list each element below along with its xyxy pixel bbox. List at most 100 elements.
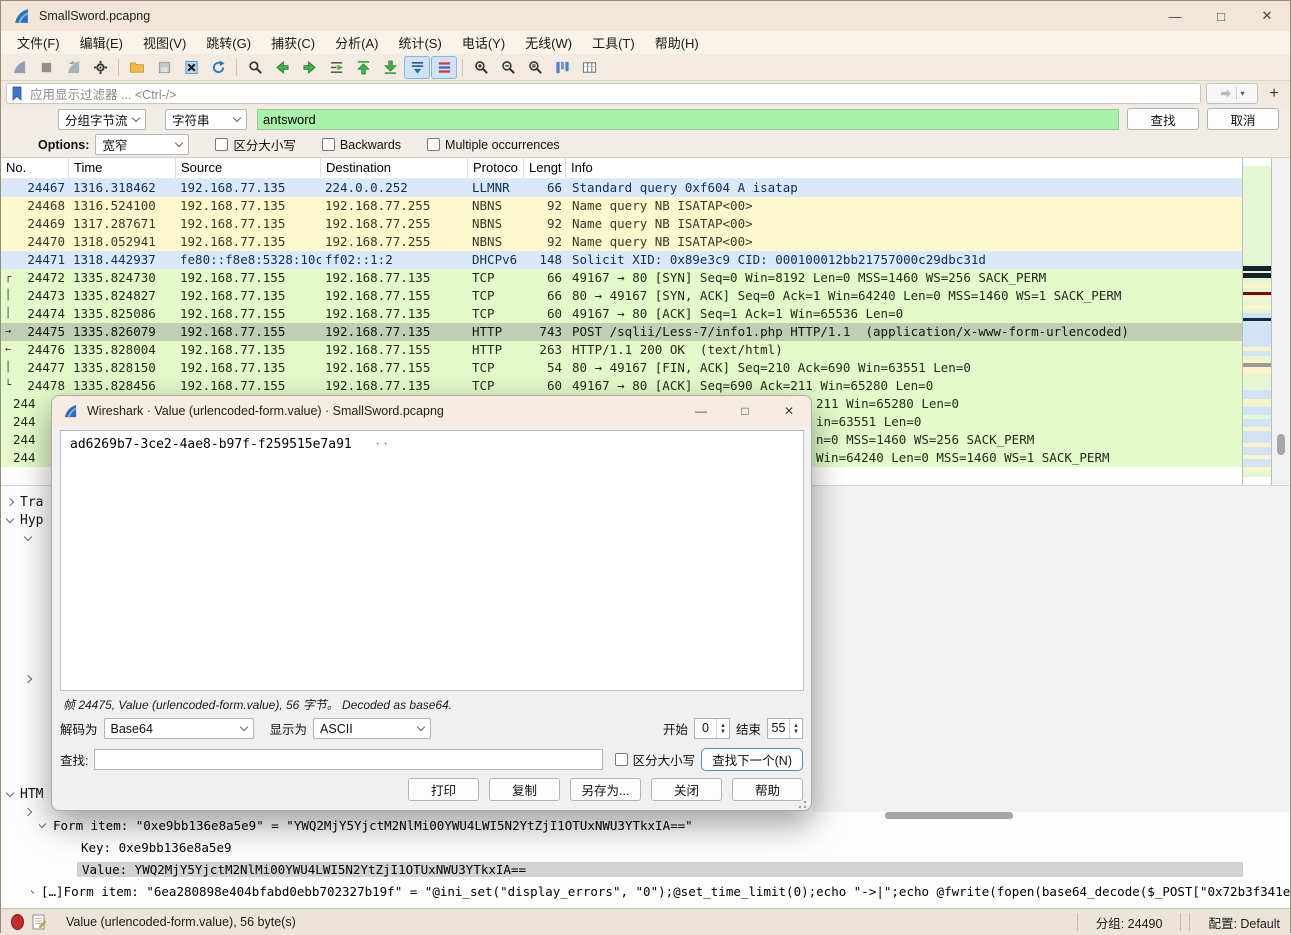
- zoom-original-icon[interactable]: [522, 56, 548, 79]
- packet-row[interactable]: 24467 1316.318462 192.168.77.135 224.0.0.25…: [1, 179, 1244, 197]
- tree-item-child-collapsed[interactable]: [23, 671, 33, 687]
- dialog-case-checkbox[interactable]: [614, 753, 628, 766]
- decoded-bytes-view[interactable]: ad6269b7-3ce2-4ae8-b97f-f259515e7a91 ··: [60, 430, 804, 691]
- menu-help[interactable]: 帮助(H): [645, 31, 709, 54]
- auto-scroll-icon[interactable]: [404, 55, 430, 79]
- intelligent-scrollbar-minimap[interactable]: [1242, 158, 1272, 485]
- tree-item-hypertext[interactable]: Hyp: [5, 512, 43, 528]
- packet-list-scrollbar[interactable]: [1272, 158, 1290, 485]
- search-type-select[interactable]: 字符串: [165, 108, 247, 130]
- menu-go[interactable]: 跳转(G): [196, 31, 261, 54]
- form-value-line-selected[interactable]: Value: YWQ2MjY5YjctM2NlMi00YWU4LWI5N2YtZ…: [77, 859, 1243, 879]
- menu-statistics[interactable]: 统计(S): [388, 31, 451, 54]
- packet-row[interactable]: → 24475 1335.826079 192.168.77.155 192.168.7…: [1, 323, 1244, 341]
- print-button[interactable]: 打印: [408, 778, 479, 801]
- zoom-in-icon[interactable]: [468, 56, 494, 79]
- dialog-case-option[interactable]: 区分大小写: [614, 750, 695, 769]
- packet-row[interactable]: │ 24477 1335.828150 192.168.77.135 192.168.7…: [1, 359, 1244, 377]
- column-length[interactable]: Lengt: [524, 158, 566, 178]
- maximize-button[interactable]: □: [1198, 1, 1244, 31]
- go-to-bottom-icon[interactable]: [377, 56, 403, 79]
- start-capture-icon[interactable]: [6, 56, 32, 79]
- bookmark-icon[interactable]: [11, 86, 23, 101]
- form-item-line[interactable]: Form item: "0xe9bb136e8a5e9" = "YWQ2MjY5…: [39, 815, 1286, 835]
- chevron-down-icon[interactable]: [5, 788, 15, 797]
- menu-analyze[interactable]: 分析(A): [325, 31, 388, 54]
- search-scope-select[interactable]: 分组字节流: [58, 108, 146, 130]
- tree-item-transmission[interactable]: Tra: [5, 494, 43, 510]
- find-next-button[interactable]: 查找下一个(N): [701, 748, 803, 771]
- status-profile[interactable]: 配置: Default: [1198, 913, 1280, 932]
- close-dialog-button[interactable]: 关闭: [651, 778, 722, 801]
- save-file-icon[interactable]: [151, 56, 177, 79]
- chevron-right-icon[interactable]: [31, 888, 34, 894]
- packet-row[interactable]: ┌ 24472 1335.824730 192.168.77.155 192.168.7…: [1, 269, 1244, 287]
- go-to-packet-icon[interactable]: [323, 56, 349, 79]
- multiple-occurrences-checkbox[interactable]: [427, 138, 441, 151]
- resize-columns-icon[interactable]: [549, 56, 575, 79]
- chevron-right-icon[interactable]: [5, 497, 15, 507]
- tree-item-child-expanded[interactable]: [23, 530, 33, 546]
- packet-row[interactable]: │ 24474 1335.825086 192.168.77.155 192.168.7…: [1, 305, 1244, 323]
- dialog-maximize-button[interactable]: □: [723, 396, 767, 426]
- zoom-out-icon[interactable]: [495, 56, 521, 79]
- spinner-arrows-icon[interactable]: ▲ ▼: [789, 719, 802, 738]
- reload-file-icon[interactable]: [205, 56, 231, 79]
- save-as-button[interactable]: 另存为...: [570, 778, 641, 801]
- expert-info-icon[interactable]: [11, 914, 24, 930]
- column-source[interactable]: Source: [176, 158, 321, 178]
- packet-row[interactable]: │ 24473 1335.824827 192.168.77.135 192.168.7…: [1, 287, 1244, 305]
- go-forward-icon[interactable]: [296, 56, 322, 79]
- decode-as-select[interactable]: Base64: [103, 718, 254, 739]
- packet-row[interactable]: ← 24476 1335.828004 192.168.77.135 192.168.7…: [1, 341, 1244, 359]
- find-packet-icon[interactable]: [242, 56, 268, 79]
- scrollbar-thumb[interactable]: [1277, 434, 1285, 455]
- menu-view[interactable]: 视图(V): [133, 31, 196, 54]
- menu-edit[interactable]: 编辑(E): [70, 31, 133, 54]
- show-as-select[interactable]: ASCII: [313, 718, 432, 739]
- form-key-line[interactable]: Key: 0xe9bb136e8a5e9: [81, 837, 232, 857]
- packet-row[interactable]: 24471 1318.442937 fe80::f8e8:5328:10c… ff02…: [1, 251, 1244, 269]
- close-file-icon[interactable]: [178, 56, 204, 79]
- menu-capture[interactable]: 捕获(C): [261, 31, 325, 54]
- column-info[interactable]: Info: [566, 158, 1244, 178]
- chevron-down-icon[interactable]: [23, 532, 33, 541]
- menu-wireless[interactable]: 无线(W): [515, 31, 582, 54]
- copy-button[interactable]: 复制: [489, 778, 560, 801]
- dialog-minimize-button[interactable]: —: [679, 396, 723, 426]
- column-destination[interactable]: Destination: [321, 158, 468, 178]
- column-no[interactable]: No.: [1, 158, 69, 178]
- menu-tools[interactable]: 工具(T): [582, 31, 645, 54]
- menu-file[interactable]: 文件(F): [7, 31, 70, 54]
- add-filter-button[interactable]: +: [1263, 83, 1285, 104]
- open-file-icon[interactable]: [124, 56, 150, 79]
- cancel-button[interactable]: 取消: [1207, 108, 1279, 130]
- packet-row[interactable]: └ 24478 1335.828456 192.168.77.155 192.168.7…: [1, 377, 1244, 395]
- chevron-right-icon[interactable]: [23, 807, 33, 817]
- backwards-option[interactable]: Backwards: [321, 138, 401, 152]
- resize-grip[interactable]: [798, 799, 807, 808]
- case-sensitive-checkbox[interactable]: [215, 138, 229, 151]
- help-button[interactable]: 帮助: [732, 778, 803, 801]
- menu-telephony[interactable]: 电话(Y): [452, 31, 515, 54]
- capture-comment-icon[interactable]: [32, 914, 46, 930]
- go-back-icon[interactable]: [269, 56, 295, 79]
- case-sensitive-option[interactable]: 区分大小写: [215, 135, 296, 154]
- packet-row[interactable]: 24469 1317.287671 192.168.77.135 192.168.77…: [1, 215, 1244, 233]
- go-to-top-icon[interactable]: [350, 56, 376, 79]
- chevron-down-icon[interactable]: [5, 514, 15, 523]
- form-item-line-2[interactable]: […]Form item: "6ea280898e404bfabd0ebb702…: [31, 881, 1290, 901]
- spinner-arrows-icon[interactable]: ▲ ▼: [715, 719, 729, 738]
- packet-row[interactable]: 24470 1318.052941 192.168.77.135 192.168.77…: [1, 233, 1244, 251]
- narrow-wide-select[interactable]: 宽窄: [95, 134, 190, 155]
- close-button[interactable]: ✕: [1244, 1, 1290, 31]
- restart-capture-icon[interactable]: [60, 56, 86, 79]
- column-protocol[interactable]: Protoco: [468, 158, 524, 178]
- backwards-checkbox[interactable]: [321, 138, 335, 151]
- minimize-button[interactable]: —: [1152, 1, 1198, 31]
- filter-dropdown-caret[interactable]: ▾: [1236, 87, 1245, 100]
- multiple-occurrences-option[interactable]: Multiple occurrences: [427, 138, 560, 152]
- dialog-close-button[interactable]: ✕: [767, 396, 811, 426]
- column-time[interactable]: Time: [69, 158, 176, 178]
- end-spinner[interactable]: 55 ▲ ▼: [767, 718, 803, 739]
